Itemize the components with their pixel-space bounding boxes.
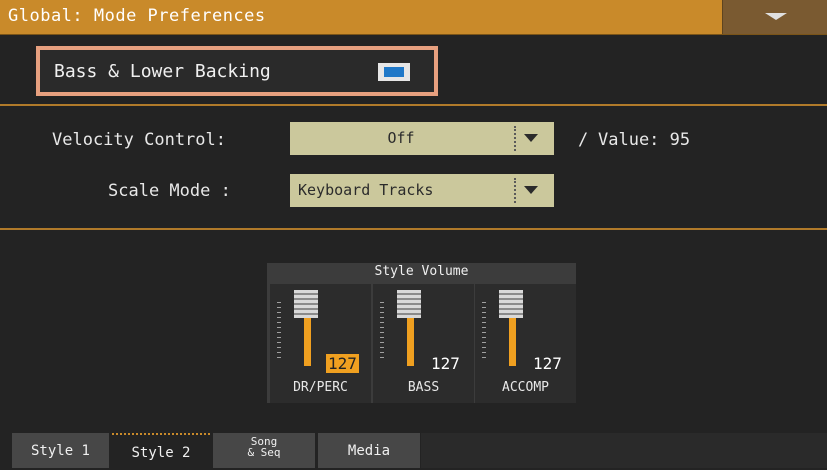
tab-label: Style 1 (30, 443, 90, 459)
velocity-control-label: Velocity Control: (52, 130, 226, 150)
title-bar: Global: Mode Preferences (0, 0, 827, 35)
channel-strip-accomp[interactable]: 127 ACCOMP (475, 284, 576, 403)
channel-name: DR/PERC (293, 380, 348, 395)
page-title: Global: Mode Preferences (8, 6, 266, 26)
scale-mode-dropdown[interactable]: Keyboard Tracks (290, 174, 554, 207)
page-menu-button[interactable] (722, 0, 827, 34)
fader-scale (482, 302, 486, 360)
style-volume-mixer: Style Volume 127 DR/PERC 127 BASS 127 AC… (267, 263, 576, 403)
tab-media[interactable]: Media (318, 433, 420, 468)
tab-label: Style 2 (131, 445, 191, 461)
scale-mode-value: Keyboard Tracks (298, 181, 434, 199)
checkbox-checked-indicator (384, 67, 404, 77)
value-separator: / (578, 130, 589, 150)
fader-knob[interactable] (397, 290, 421, 318)
tab-style-2[interactable]: Style 2 (112, 433, 210, 470)
section-divider (0, 228, 827, 230)
style-volume-title: Style Volume (374, 264, 469, 279)
velocity-control-dropdown[interactable]: Off (290, 122, 554, 155)
channel-strip-bass[interactable]: 127 BASS (373, 284, 474, 403)
dropdown-separator (514, 178, 516, 203)
channel-name: BASS (407, 380, 440, 395)
velocity-value-readout: Value: 95 (598, 130, 691, 150)
channel-volume-value: 127 (533, 354, 562, 373)
chevron-down-icon (524, 186, 538, 194)
tab-bar-empty-area (421, 433, 827, 468)
velocity-control-value: Off (387, 129, 415, 147)
channel-name: ACCOMP (502, 380, 549, 395)
tab-label: Song & Seq (247, 435, 281, 459)
scale-mode-label: Scale Mode : (108, 181, 231, 201)
fader-scale (277, 302, 281, 360)
channel-volume-value: 127 (326, 354, 359, 373)
chevron-down-icon (524, 134, 538, 142)
dropdown-separator (514, 126, 516, 151)
triangle-down-icon (765, 13, 787, 20)
fader-knob[interactable] (294, 290, 318, 318)
tab-label: Media (347, 443, 391, 459)
tab-style-1[interactable]: Style 1 (12, 433, 109, 468)
bass-lower-backing-row[interactable]: Bass & Lower Backing (36, 46, 438, 96)
fader-scale (380, 302, 384, 360)
channel-strip-dr-perc[interactable]: 127 DR/PERC (270, 284, 371, 403)
bass-lower-backing-checkbox[interactable] (378, 63, 410, 81)
section-divider (0, 104, 827, 106)
bass-lower-backing-label: Bass & Lower Backing (54, 61, 271, 82)
channel-volume-value: 127 (431, 354, 460, 373)
tab-song-seq[interactable]: Song & Seq (213, 433, 315, 468)
fader-knob[interactable] (499, 290, 523, 318)
